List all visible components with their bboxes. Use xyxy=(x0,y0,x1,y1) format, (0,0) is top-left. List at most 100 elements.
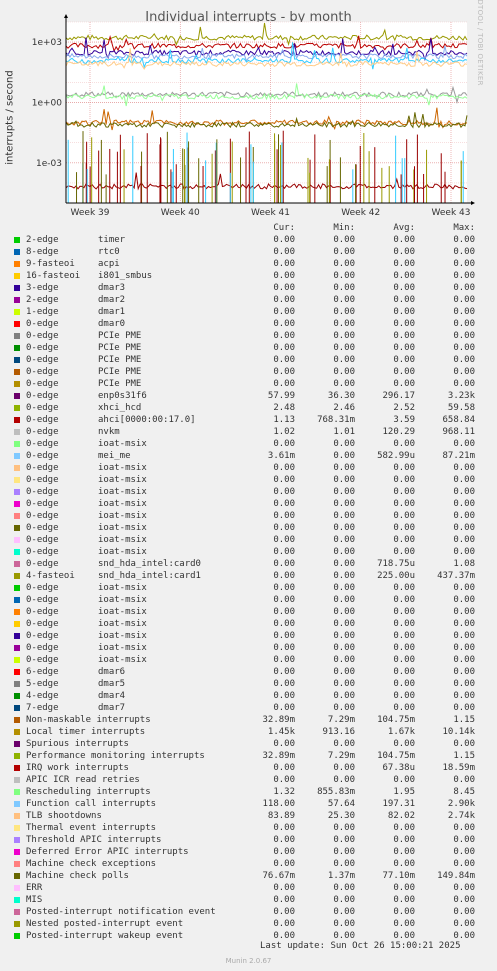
legend-row: ERR 0.00 0.00 0.00 0.00 xyxy=(12,882,492,894)
legend-swatch xyxy=(14,453,20,459)
legend-min: 0.00 xyxy=(333,547,355,557)
legend-max: 0.00 xyxy=(453,259,475,269)
legend-row: 5-edge dmar5 0.00 0.00 0.00 0.00 xyxy=(12,678,492,690)
legend-min: 0.00 xyxy=(333,691,355,701)
legend-label: 0-edge xyxy=(26,367,59,377)
legend-row: 0-edge ioat-msix 0.00 0.00 0.00 0.00 xyxy=(12,546,492,558)
legend-row: IRQ work interrupts 0.00 0.00 67.38u 18.59m xyxy=(12,762,492,774)
legend-row: 0-edge ioat-msix 0.00 0.00 0.00 0.00 xyxy=(12,474,492,486)
legend-min: 768.31m xyxy=(317,415,355,425)
legend-cur: 0.00 xyxy=(273,319,295,329)
legend-swatch xyxy=(14,645,20,651)
legend-label: ERR xyxy=(26,883,43,893)
legend-cur: 0.00 xyxy=(273,907,295,917)
legend-row: 0-edge ioat-msix 0.00 0.00 0.00 0.00 xyxy=(12,654,492,666)
legend-row: TLB shootdowns 83.89 25.30 82.02 2.74k xyxy=(12,810,492,822)
legend-device: PCIe PME xyxy=(98,367,142,377)
legend-max: 0.00 xyxy=(453,499,475,509)
legend-label: 0-edge xyxy=(26,607,59,617)
legend-min: 0.00 xyxy=(333,763,355,773)
legend-avg: 2.52 xyxy=(393,403,415,413)
legend-max: 0.00 xyxy=(453,511,475,521)
legend-row: 0-edge ioat-msix 0.00 0.00 0.00 0.00 xyxy=(12,630,492,642)
legend-label: Posted-interrupt wakeup event xyxy=(26,931,184,941)
legend-min: 7.29m xyxy=(327,715,355,725)
legend-avg: 0.00 xyxy=(393,487,415,497)
legend-cur: 0.00 xyxy=(273,607,295,617)
legend-label: MIS xyxy=(26,895,43,905)
legend-device: ioat-msix xyxy=(98,523,147,533)
legend-device: snd_hda_intel:card1 xyxy=(98,571,201,581)
legend-cur: 0.00 xyxy=(273,487,295,497)
legend-cur: 2.48 xyxy=(273,403,295,413)
legend-row: 4-edge dmar4 0.00 0.00 0.00 0.00 xyxy=(12,690,492,702)
legend-cur: 0.00 xyxy=(273,523,295,533)
legend-label: Performance monitoring interrupts xyxy=(26,751,205,761)
legend-cur: 0.00 xyxy=(273,439,295,449)
legend-cur: 0.00 xyxy=(273,331,295,341)
legend-avg: 120.29 xyxy=(382,427,415,437)
legend-swatch xyxy=(14,693,20,699)
legend-avg: 104.75m xyxy=(377,715,415,725)
legend-row: 0-edge ioat-msix 0.00 0.00 0.00 0.00 xyxy=(12,510,492,522)
legend-cur: 32.89m xyxy=(262,715,295,725)
legend-row: Local timer interrupts 1.45k 913.16 1.67k 10… xyxy=(12,726,492,738)
legend-table: Cur: Min: Avg: Max: 2-edge timer 0.00 0.00 0… xyxy=(12,222,492,942)
legend-cur: 83.89 xyxy=(267,811,295,821)
legend-swatch xyxy=(14,825,20,831)
legend-device: ioat-msix xyxy=(98,583,147,593)
legend-avg: 197.31 xyxy=(382,799,415,809)
legend-avg: 0.00 xyxy=(393,319,415,329)
legend-cur: 0.00 xyxy=(273,343,295,353)
legend-row: 0-edge PCIe PME 0.00 0.00 0.00 0.00 xyxy=(12,354,492,366)
legend-label: 0-edge xyxy=(26,487,59,497)
legend-label: 2-edge xyxy=(26,235,59,245)
y-axis-arrow xyxy=(64,14,68,18)
legend-avg: 0.00 xyxy=(393,823,415,833)
legend-min: 1.01 xyxy=(333,427,355,437)
legend-avg: 3.59 xyxy=(393,415,415,425)
legend-avg: 0.00 xyxy=(393,691,415,701)
header-cur: Cur: xyxy=(273,223,295,233)
legend-max: 0.00 xyxy=(453,319,475,329)
legend-label: 0-edge xyxy=(26,403,59,413)
legend-label: 3-edge xyxy=(26,283,59,293)
legend-avg: 0.00 xyxy=(393,523,415,533)
legend-max: 0.00 xyxy=(453,739,475,749)
legend-avg: 296.17 xyxy=(382,391,415,401)
legend-label: 0-edge xyxy=(26,535,59,545)
legend-min: 1.37m xyxy=(327,871,355,881)
legend-avg: 0.00 xyxy=(393,631,415,641)
legend-row: 2-edge timer 0.00 0.00 0.00 0.00 xyxy=(12,234,492,246)
x-tick-label: Week 41 xyxy=(251,208,290,218)
legend-device: ioat-msix xyxy=(98,535,147,545)
legend-cur: 0.00 xyxy=(273,919,295,929)
legend-min: 0.00 xyxy=(333,643,355,653)
legend-avg: 0.00 xyxy=(393,583,415,593)
legend-swatch xyxy=(14,465,20,471)
legend-min: 0.00 xyxy=(333,367,355,377)
legend-label: 0-edge xyxy=(26,499,59,509)
legend-device: dmar0 xyxy=(98,319,126,329)
legend-device: dmar2 xyxy=(98,295,126,305)
legend-label: 0-edge xyxy=(26,631,59,641)
legend-avg: 0.00 xyxy=(393,307,415,317)
legend-swatch xyxy=(14,333,20,339)
legend-max: 0.00 xyxy=(453,607,475,617)
legend-device: dmar5 xyxy=(98,679,126,689)
legend-min: 0.00 xyxy=(333,331,355,341)
legend-cur: 0.00 xyxy=(273,247,295,257)
legend-row: Rescheduling interrupts 1.32 855.83m 1.95 8.… xyxy=(12,786,492,798)
legend-swatch xyxy=(14,261,20,267)
legend-row: 0-edge enp0s31f6 57.99 36.30 296.17 3.23k xyxy=(12,390,492,402)
legend-cur: 76.67m xyxy=(262,871,295,881)
legend-avg: 1.95 xyxy=(393,787,415,797)
legend-device: ioat-msix xyxy=(98,607,147,617)
legend-label: APIC ICR read retries xyxy=(26,775,140,785)
legend-swatch xyxy=(14,837,20,843)
munin-version: Munin 2.0.67 xyxy=(225,957,272,965)
legend-max: 0.00 xyxy=(453,895,475,905)
legend-cur: 0.00 xyxy=(273,571,295,581)
legend-label: 7-edge xyxy=(26,703,59,713)
legend-min: 0.00 xyxy=(333,859,355,869)
